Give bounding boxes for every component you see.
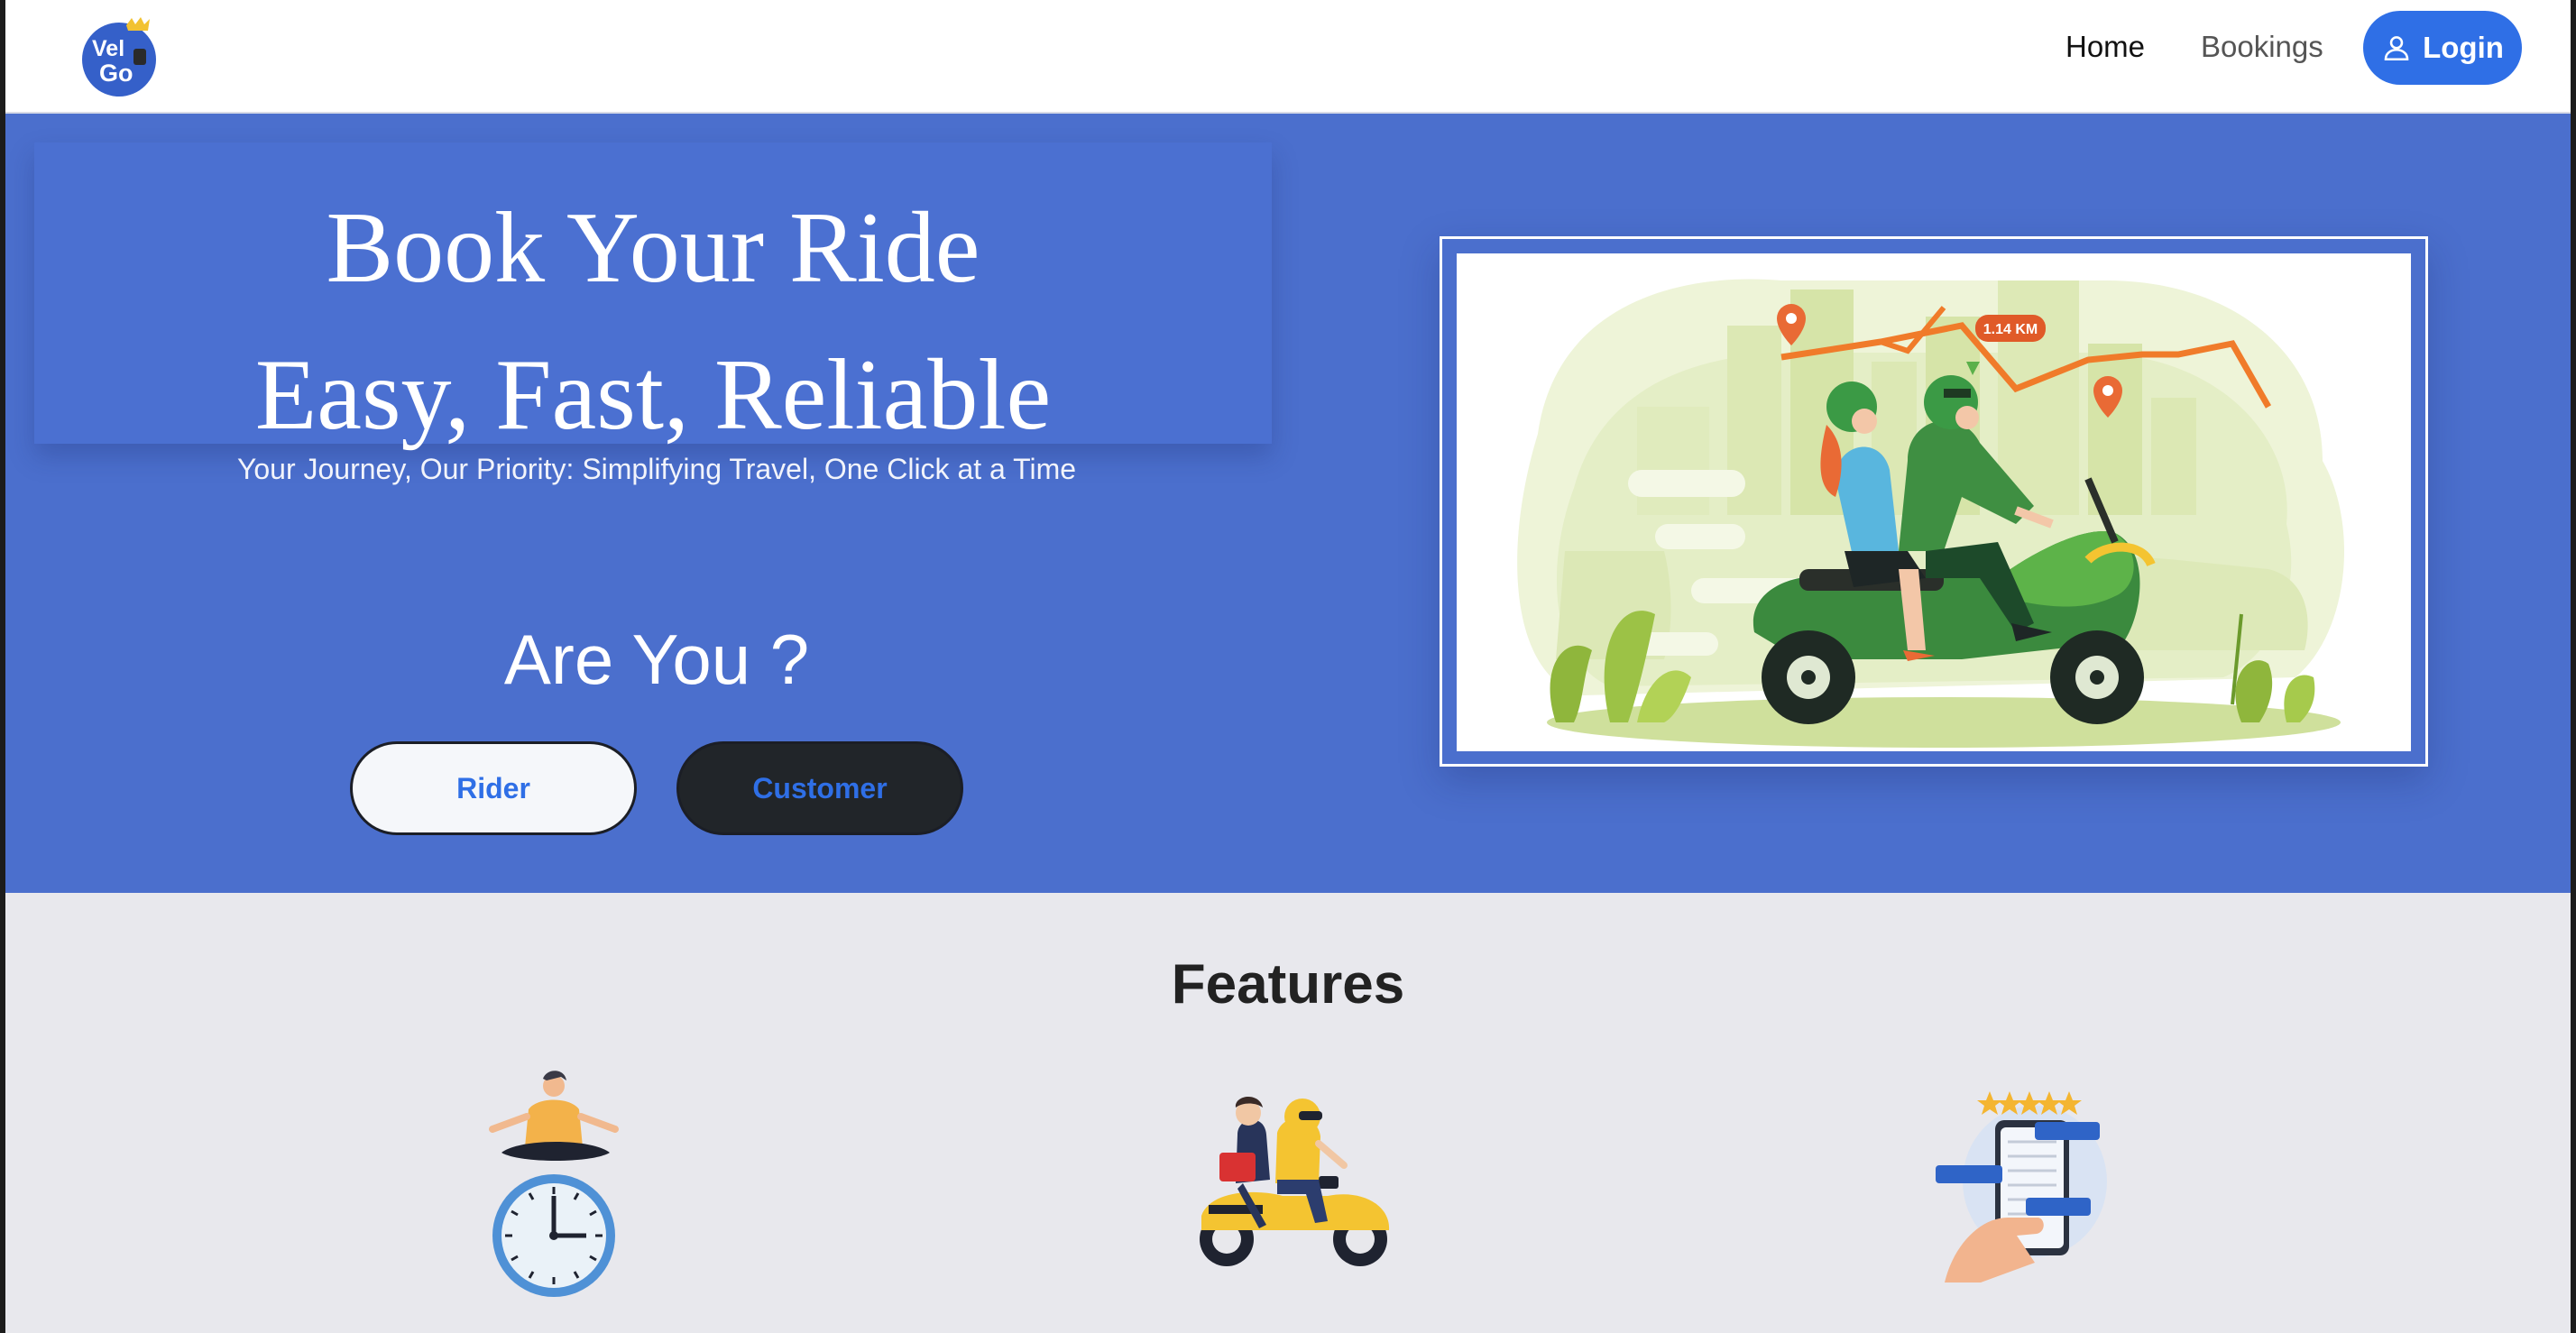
login-button[interactable]: Login [2363,11,2522,85]
navbar: Vel Go Home Bookings Login [5,0,2571,114]
scooter-ride-illustration: 1.14 KM [1457,253,2411,751]
hero-title-line2: Easy, Fast, Reliable [254,339,1052,451]
customer-button[interactable]: Customer [676,741,963,835]
app-window: Vel Go Home Bookings Login Book Your Rid… [0,0,2576,1333]
role-question: Are You ? [503,620,810,699]
features-section: Features [5,893,2571,1333]
nav-home-link[interactable]: Home [2065,27,2145,67]
login-label: Login [2423,31,2504,64]
logo-text-top: Vel [92,36,124,61]
logo-text-bottom: Go [99,60,133,87]
hero-title-box: Book Your Ride Easy, Fast, Reliable [34,142,1272,451]
user-icon [2384,36,2409,61]
hero-section: Book Your Ride Easy, Fast, Reliable Your… [5,114,2571,893]
hero-subtitle: Your Journey, Our Priority: Simplifying … [236,453,1077,485]
motorbike-taxi-icon [1183,1089,1403,1270]
distance-badge: 1.14 KM [1983,322,2038,337]
hero-image-frame: 1.14 KM [1440,236,2428,767]
crowned-logo-icon: Vel Go [82,17,156,97]
nav-bookings-link[interactable]: Bookings [2201,27,2323,67]
clock-meditation-icon [474,1070,637,1304]
hero-title-line1: Book Your Ride [326,192,980,304]
rider-button[interactable]: Rider [350,741,637,835]
logo[interactable]: Vel Go [79,16,161,97]
features-title: Features [1171,953,1405,1016]
phone-reviews-icon [1927,1082,2152,1282]
